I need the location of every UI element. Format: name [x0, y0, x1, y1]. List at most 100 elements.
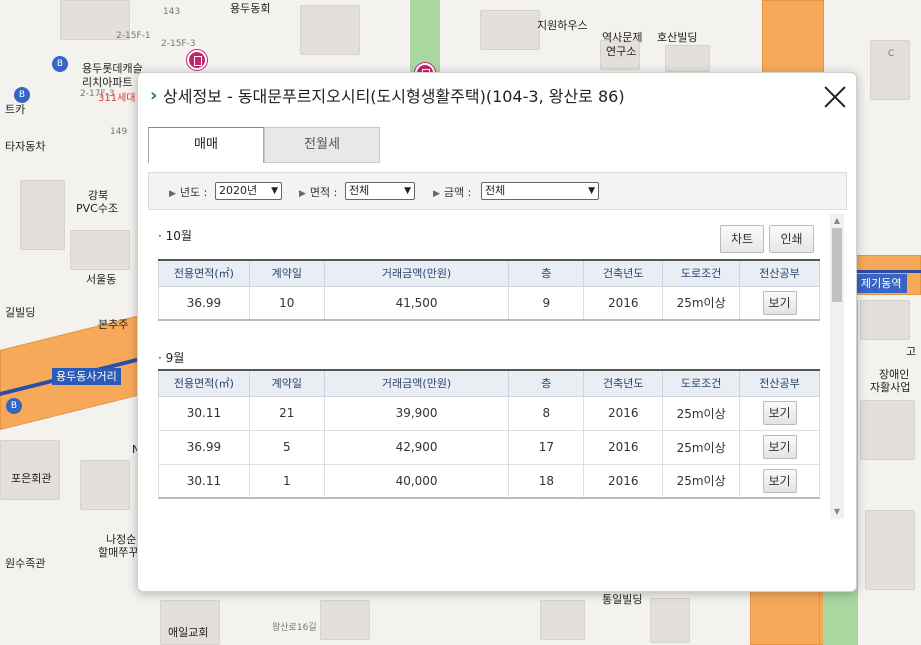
cell-floor: 8 — [508, 395, 585, 431]
map-block — [70, 230, 130, 270]
map-label: 역사문제 — [602, 31, 643, 44]
map-label: 149 — [110, 127, 128, 137]
cell-day: 5 — [248, 429, 325, 465]
map-block — [865, 510, 915, 590]
map-green-strip — [410, 0, 440, 72]
triangle-right-icon: ▶ — [433, 189, 440, 199]
view-button[interactable]: 보기 — [762, 435, 797, 459]
map-label: 할매쭈꾸 — [98, 546, 139, 559]
cell-action: 보기 — [739, 285, 820, 321]
column-header: 건축년도 — [583, 370, 664, 397]
modal-header: › 상세정보 - 동대문푸르지오시티(도시형생활주택)(104-3, 왕산로 8… — [138, 73, 856, 119]
map-block — [860, 300, 910, 340]
price-filter-label: ▶ 금액 : — [433, 184, 471, 200]
year-select[interactable]: 2020년 ▼ — [215, 182, 282, 200]
cell-area: 30.11 — [158, 395, 250, 431]
map-label: 왕산로16길 — [272, 623, 317, 633]
map-label: 강북 — [88, 189, 109, 202]
map-block — [80, 460, 130, 510]
map-label: 서울동 — [86, 273, 117, 286]
column-header: 계약일 — [248, 370, 325, 397]
transactions-table-september: 전용면적(㎡) 계약일 거래금액(만원) 층 건축년도 도로조건 전산공부 30… — [158, 369, 820, 499]
year-filter-label: ▶ 년도 : — [169, 184, 207, 200]
cell-year: 2016 — [583, 429, 664, 465]
cell-day: 1 — [248, 463, 325, 499]
transactions-table-october: 전용면적(㎡) 계약일 거래금액(만원) 층 건축년도 도로조건 전산공부 36… — [158, 259, 820, 321]
view-button[interactable]: 보기 — [762, 401, 797, 425]
scrollbar-thumb[interactable] — [832, 228, 842, 302]
area-label-text: 면적 : — [309, 186, 338, 199]
year-label-text: 년도 : — [179, 186, 208, 199]
scroll-down-icon[interactable]: ▼ — [830, 505, 844, 519]
cell-action: 보기 — [739, 429, 820, 465]
map-block — [0, 440, 60, 500]
map-label: 2-15F-1 — [116, 31, 151, 41]
cell-price: 42,900 — [323, 429, 510, 465]
tab-lease[interactable]: 전월세 — [264, 127, 380, 163]
map-road-south-east — [750, 590, 820, 645]
cell-floor: 17 — [508, 429, 585, 465]
map-label: 호산빌딩 — [657, 31, 698, 44]
bus-stop-icon[interactable]: B — [14, 87, 30, 103]
view-button[interactable]: 보기 — [762, 290, 797, 315]
table-row: 36.99 10 41,500 9 2016 25m이상 보기 — [158, 285, 820, 321]
map-block — [540, 600, 585, 640]
area-filter-label: ▶ 면적 : — [299, 184, 337, 200]
map-label: 143 — [163, 7, 181, 17]
map-subway-east — [856, 270, 921, 273]
map-label: 장애인 — [879, 368, 910, 381]
close-icon[interactable] — [823, 85, 847, 109]
bus-stop-icon[interactable]: B — [6, 398, 22, 414]
map-label: 타자동차 — [5, 140, 46, 153]
map-label: 포은회관 — [11, 472, 52, 485]
map-label: 나정순 — [106, 533, 137, 546]
price-select-value: 전체 — [485, 184, 506, 197]
chart-button[interactable]: 차트 — [720, 225, 764, 253]
triangle-right-icon: ▶ — [299, 189, 306, 199]
map-label: 통일빌딩 — [602, 593, 643, 606]
cell-road: 25m이상 — [662, 429, 741, 465]
map-block — [320, 600, 370, 640]
transaction-list[interactable]: · 10월 차트 인쇄 전용면적(㎡) 계약일 거래금액(만원) 층 건축년도 … — [148, 213, 846, 521]
column-header: 거래금액(만원) — [323, 260, 510, 287]
cell-floor: 9 — [508, 285, 585, 321]
area-select[interactable]: 전체 ▼ — [345, 182, 415, 200]
modal-title: 상세정보 - 동대문푸르지오시티(도시형생활주택)(104-3, 왕산로 86) — [163, 87, 625, 106]
table-header-row: 전용면적(㎡) 계약일 거래금액(만원) 층 건축년도 도로조건 전산공부 — [158, 370, 820, 397]
scroll-up-icon[interactable]: ▲ — [830, 214, 844, 228]
map-block — [20, 180, 65, 250]
price-select[interactable]: 전체 ▼ — [481, 182, 599, 200]
cell-price: 41,500 — [323, 285, 510, 321]
map-label: 본추주 — [98, 318, 129, 331]
vertical-scrollbar[interactable]: ▲ ▼ — [830, 214, 844, 519]
map-label: 자활사업 — [870, 381, 911, 394]
title-arrow-icon: › — [150, 85, 158, 106]
column-header: 층 — [508, 260, 585, 287]
tab-sale[interactable]: 매매 — [148, 127, 264, 163]
table-row: 30.11 1 40,000 18 2016 25m이상 보기 — [158, 463, 820, 499]
chevron-down-icon: ▼ — [588, 186, 595, 196]
column-header: 전산공부 — [739, 370, 820, 397]
chevron-down-icon: ▼ — [404, 186, 411, 196]
print-button[interactable]: 인쇄 — [769, 225, 814, 253]
building-marker-icon[interactable] — [187, 50, 207, 70]
cell-year: 2016 — [583, 285, 664, 321]
cell-day: 21 — [248, 395, 325, 431]
month-heading: · 9월 — [158, 351, 185, 365]
map-label: 원수족관 — [5, 557, 46, 570]
map-label: 지원하우스 — [537, 19, 588, 32]
view-button[interactable]: 보기 — [762, 468, 797, 493]
map-block — [665, 45, 710, 72]
map-label: 2-17F-3 — [80, 89, 115, 99]
map-label: 애일교회 — [168, 626, 209, 639]
map-block — [860, 400, 915, 460]
area-select-value: 전체 — [349, 184, 370, 197]
cell-action: 보기 — [739, 463, 820, 499]
map-block — [300, 5, 360, 55]
map-label-intersection: 용두동사거리 — [52, 368, 121, 385]
bus-stop-icon[interactable]: B — [52, 56, 68, 72]
map-label: C — [888, 49, 895, 59]
cell-area: 30.11 — [158, 463, 250, 499]
map-label-station: 제기동역 — [855, 274, 908, 293]
map-label: 연구소 — [606, 45, 637, 58]
